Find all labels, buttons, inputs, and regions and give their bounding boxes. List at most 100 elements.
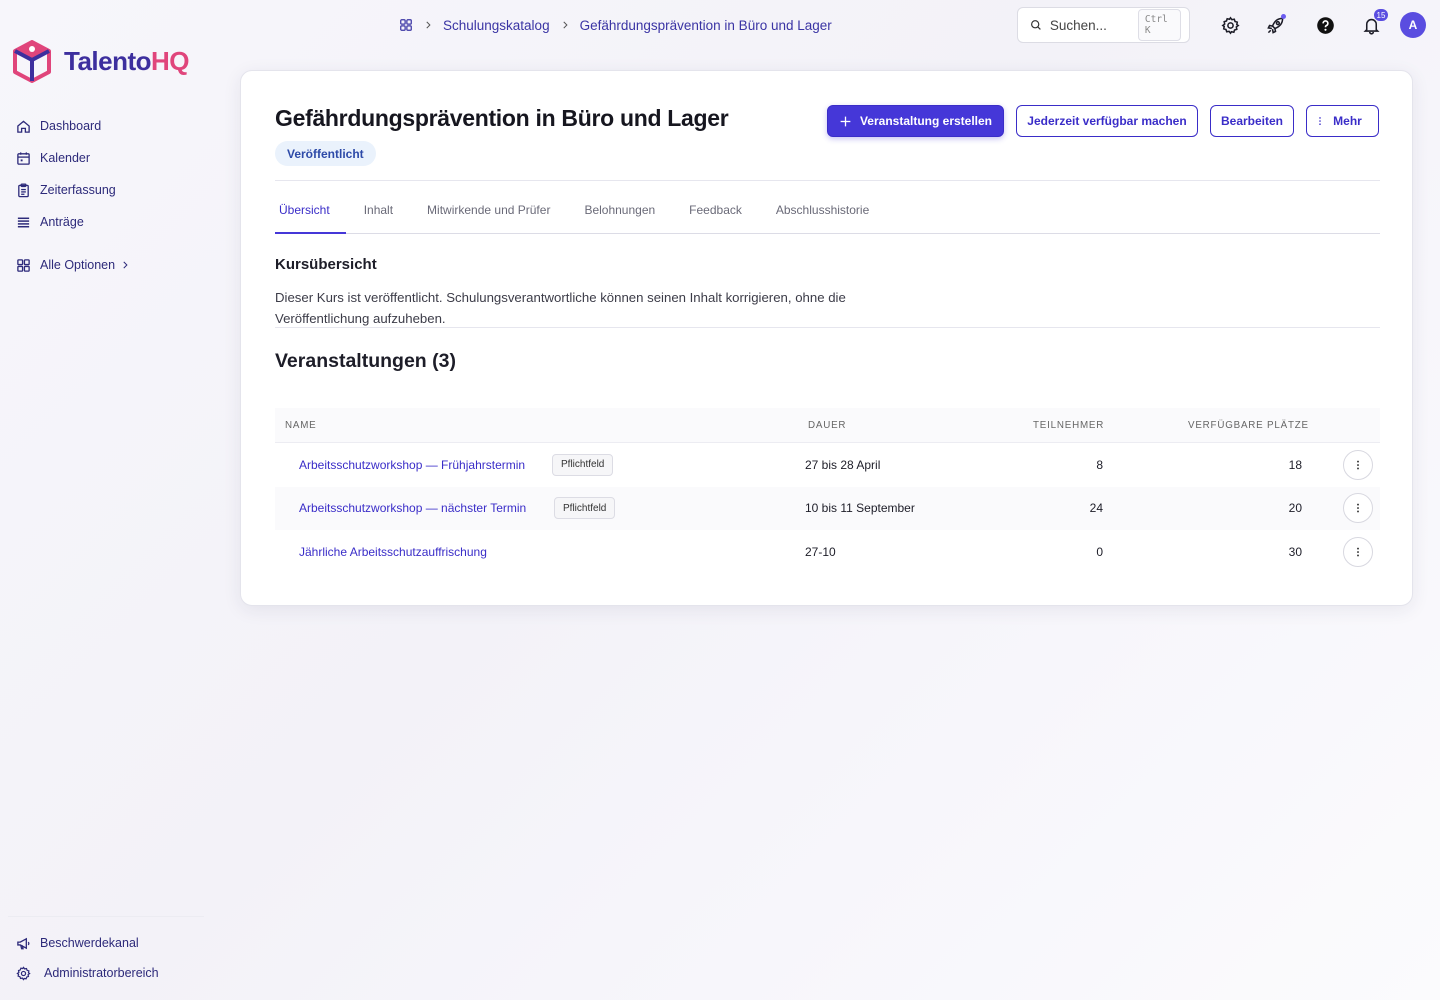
table-row: Jährliche Arbeitsschutzauffrischung 27-1… bbox=[275, 530, 1380, 574]
tab-abschlusshistorie[interactable]: Abschlusshistorie bbox=[772, 193, 885, 234]
sidebar-nav: Dashboard Kalender Zeiterfassung Anträge… bbox=[16, 110, 206, 281]
event-duration: 27 bis 28 April bbox=[805, 457, 881, 472]
notification-count: 15 bbox=[1374, 9, 1388, 21]
sidebar-item-label: Alle Optionen bbox=[40, 258, 116, 272]
chevron-right-icon bbox=[426, 21, 431, 29]
list-icon bbox=[17, 217, 30, 227]
gear-icon bbox=[16, 965, 31, 981]
sidebar-bottom: Beschwerdekanal Administratorbereich bbox=[16, 928, 206, 988]
avatar[interactable]: A bbox=[1400, 12, 1426, 38]
overview-text: Dieser Kurs ist veröffentlicht. Schulung… bbox=[275, 290, 846, 326]
search-icon bbox=[1031, 20, 1041, 30]
help-icon bbox=[1316, 16, 1334, 34]
column-participants: Teilnehmer bbox=[1033, 419, 1105, 431]
tab-mitwirkende[interactable]: Mitwirkende und Prüfer bbox=[423, 193, 566, 234]
breadcrumb: Schulungskatalog Gefährdungsprävention i… bbox=[399, 15, 832, 35]
table-row: Arbeitsschutzworkshop — nächster Termin … bbox=[275, 486, 1380, 530]
event-seats: 20 bbox=[1288, 501, 1302, 516]
notifications-button[interactable]: 15 bbox=[1360, 9, 1388, 36]
sidebar-item-label: Anträge bbox=[40, 215, 84, 229]
event-participants: 0 bbox=[1096, 544, 1103, 559]
event-seats: 18 bbox=[1288, 457, 1302, 472]
settings-button[interactable] bbox=[1219, 14, 1241, 36]
sidebar-divider bbox=[8, 916, 204, 917]
kebab-icon bbox=[1357, 460, 1359, 470]
event-duration: 10 bis 11 September bbox=[805, 501, 915, 516]
sidebar: TalentoHQ Dashboard Kalender Zeiterfassu… bbox=[0, 0, 220, 1000]
grid-icon[interactable] bbox=[399, 18, 413, 32]
event-participants: 24 bbox=[1089, 501, 1103, 516]
event-link[interactable]: Jährliche Arbeitsschutzauffrischung bbox=[299, 545, 487, 559]
row-actions-button[interactable] bbox=[1343, 493, 1373, 524]
event-duration: 27-10 bbox=[805, 544, 836, 559]
divider bbox=[275, 327, 1380, 328]
status-badge: Veröffentlicht bbox=[275, 141, 376, 166]
logo-cube-icon bbox=[13, 40, 51, 83]
kebab-icon bbox=[1357, 547, 1359, 557]
event-participants: 8 bbox=[1096, 457, 1103, 472]
table-row: Arbeitsschutzworkshop — Frühjahrstermin … bbox=[275, 443, 1380, 487]
help-button[interactable] bbox=[1314, 14, 1336, 36]
kebab-icon bbox=[1319, 117, 1321, 125]
search-shortcut: Ctrl K bbox=[1137, 9, 1181, 41]
sidebar-item-zeiterfassung[interactable]: Zeiterfassung bbox=[16, 174, 206, 206]
sidebar-item-label: Kalender bbox=[40, 151, 91, 165]
events-table: Name Dauer Teilnehmer Verfügbare Plätze … bbox=[275, 408, 1380, 574]
event-link[interactable]: Arbeitsschutzworkshop — nächster Termin bbox=[299, 501, 526, 515]
megaphone-icon bbox=[17, 937, 30, 949]
tab-bar: Übersicht Inhalt Mitwirkende und Prüfer … bbox=[275, 193, 1380, 234]
tab-inhalt[interactable]: Inhalt bbox=[360, 193, 409, 234]
edit-button[interactable]: Bearbeiten bbox=[1210, 105, 1294, 137]
sidebar-item-kalender[interactable]: Kalender bbox=[16, 142, 206, 174]
search-box[interactable]: Ctrl K bbox=[1017, 7, 1190, 43]
brand-logo[interactable]: TalentoHQ bbox=[12, 40, 190, 83]
sidebar-item-label: Zeiterfassung bbox=[40, 183, 116, 197]
course-card: Gefährdungsprävention in Büro und Lager … bbox=[240, 70, 1413, 606]
page-title: Gefährdungsprävention in Büro und Lager bbox=[275, 105, 729, 131]
sidebar-item-beschwerdekanal[interactable]: Beschwerdekanal bbox=[16, 928, 206, 958]
sidebar-item-all-options[interactable]: Alle Optionen bbox=[16, 249, 206, 281]
new-indicator bbox=[1281, 14, 1286, 19]
whats-new-button[interactable] bbox=[1264, 14, 1286, 36]
create-event-button[interactable]: Veranstaltung erstellen bbox=[827, 105, 1004, 137]
sidebar-item-dashboard[interactable]: Dashboard bbox=[16, 110, 206, 142]
sidebar-item-administratorbereich[interactable]: Administratorbereich bbox=[16, 958, 206, 988]
more-label: Mehr bbox=[1333, 114, 1362, 128]
divider bbox=[275, 180, 1380, 181]
more-button[interactable]: Mehr bbox=[1306, 105, 1379, 137]
column-name: Name bbox=[285, 419, 317, 431]
kebab-icon bbox=[1357, 503, 1359, 513]
clipboard-icon bbox=[18, 182, 29, 197]
calendar-icon bbox=[17, 151, 30, 165]
row-actions-button[interactable] bbox=[1343, 536, 1373, 567]
overview-title: Kursübersicht bbox=[275, 256, 377, 273]
chevron-right-icon bbox=[562, 21, 568, 29]
table-header: Name Dauer Teilnehmer Verfügbare Plätze bbox=[275, 408, 1380, 443]
create-event-label: Veranstaltung erstellen bbox=[859, 114, 993, 128]
sidebar-item-antraege[interactable]: Anträge bbox=[16, 206, 206, 238]
sidebar-item-label: Beschwerdekanal bbox=[40, 936, 139, 950]
event-link[interactable]: Arbeitsschutzworkshop — Frühjahrstermin bbox=[299, 458, 525, 472]
chevron-right-icon bbox=[123, 261, 128, 269]
column-seats: Verfügbare Plätze bbox=[1188, 419, 1309, 431]
required-tag: Pflichtfeld bbox=[552, 453, 614, 476]
gear-icon bbox=[1220, 15, 1240, 35]
make-available-button[interactable]: Jederzeit verfügbar machen bbox=[1016, 105, 1198, 137]
required-tag: Pflichtfeld bbox=[554, 497, 616, 520]
breadcrumb-item-current[interactable]: Gefährdungsprävention in Büro und Lager bbox=[580, 18, 832, 33]
column-duration: Dauer bbox=[808, 419, 847, 431]
tab-belohnungen[interactable]: Belohnungen bbox=[580, 193, 671, 234]
row-actions-button[interactable] bbox=[1343, 449, 1373, 480]
tab-uebersicht[interactable]: Übersicht bbox=[275, 193, 346, 234]
brand-name: TalentoHQ bbox=[64, 46, 190, 76]
breadcrumb-item-schulungskatalog[interactable]: Schulungskatalog bbox=[443, 18, 550, 33]
sidebar-item-label: Administratorbereich bbox=[44, 966, 159, 980]
event-seats: 30 bbox=[1288, 544, 1302, 559]
search-input[interactable] bbox=[1049, 17, 1130, 33]
sidebar-item-label: Dashboard bbox=[40, 119, 102, 133]
grid-icon bbox=[17, 258, 30, 272]
tab-feedback[interactable]: Feedback bbox=[685, 193, 758, 234]
events-title: Veranstaltungen (3) bbox=[275, 350, 456, 372]
home-icon bbox=[17, 119, 30, 133]
plus-icon bbox=[840, 116, 851, 126]
